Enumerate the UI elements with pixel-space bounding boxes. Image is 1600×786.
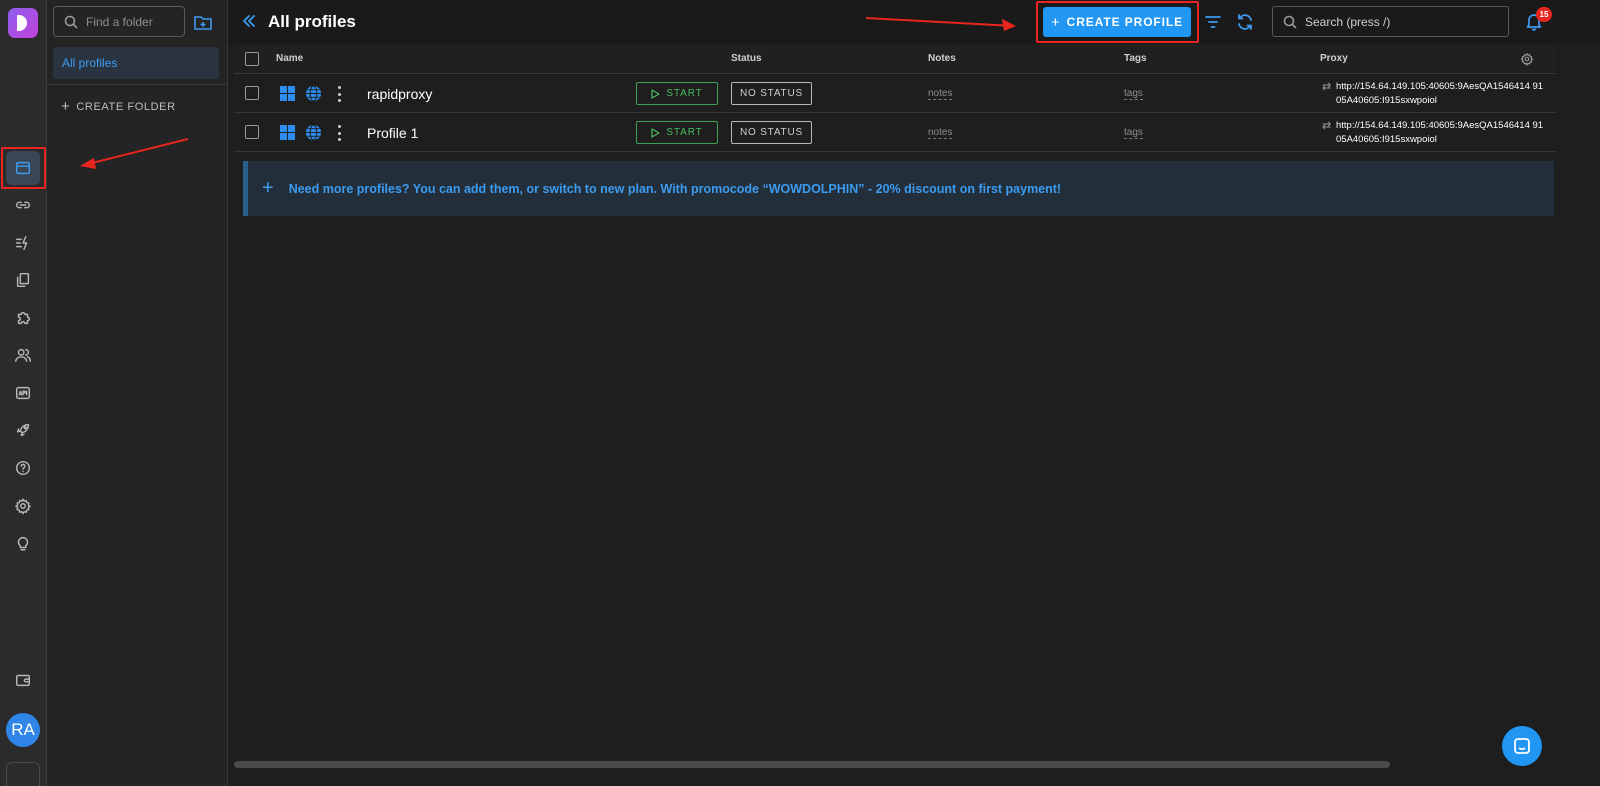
chat-support-button[interactable] xyxy=(1502,726,1542,766)
plus-icon: + xyxy=(262,177,274,199)
link-icon[interactable] xyxy=(6,188,40,222)
create-profile-button[interactable]: + CREATE PROFILE xyxy=(1043,7,1191,37)
select-all-checkbox[interactable] xyxy=(245,52,259,66)
promo-text: Need more profiles? You can add them, or… xyxy=(288,181,1062,196)
proxy-value[interactable]: http://154.64.149.105:40605:9AesQA154641… xyxy=(1336,119,1546,147)
more-options-icon[interactable] xyxy=(336,125,342,141)
gear-icon[interactable] xyxy=(6,489,40,523)
table-row[interactable]: rapidproxy START NO STATUS notes tags ⇄ … xyxy=(234,74,1556,113)
status-button[interactable]: NO STATUS xyxy=(731,121,812,144)
table-row[interactable]: Profile 1 START NO STATUS notes tags ⇄ h… xyxy=(234,113,1556,152)
top-bar: All profiles + CREATE PROFILE 15 xyxy=(228,0,1600,44)
play-icon xyxy=(651,127,660,138)
column-header-status[interactable]: Status xyxy=(731,53,762,64)
help-icon[interactable] xyxy=(6,451,40,485)
profile-name[interactable]: rapidproxy xyxy=(367,86,432,102)
filter-icon[interactable] xyxy=(1203,12,1223,32)
folder-panel: All profiles + CREATE FOLDER xyxy=(47,0,228,786)
refresh-icon[interactable] xyxy=(1235,12,1255,32)
windows-icon xyxy=(280,86,295,101)
column-header-name[interactable]: Name xyxy=(276,53,303,64)
avatar-initials: RA xyxy=(11,720,35,739)
create-folder-label: CREATE FOLDER xyxy=(76,100,176,113)
globe-icon xyxy=(305,124,322,141)
search-icon xyxy=(64,15,78,29)
profile-search xyxy=(1272,6,1509,37)
notification-badge: 15 xyxy=(1536,7,1552,22)
windows-icon xyxy=(280,125,295,140)
rocket-icon[interactable] xyxy=(6,413,40,447)
profiles-table: Name Status Notes Tags Proxy rapidproxy … xyxy=(234,44,1556,152)
start-button[interactable]: START xyxy=(636,82,718,105)
column-header-tags[interactable]: Tags xyxy=(1124,53,1147,64)
tags-field[interactable]: tags xyxy=(1124,127,1143,139)
swap-icon: ⇄ xyxy=(1322,120,1332,132)
play-icon xyxy=(651,88,660,99)
table-header: Name Status Notes Tags Proxy xyxy=(234,44,1556,74)
page-title: All profiles xyxy=(268,12,356,31)
copy-icon[interactable] xyxy=(6,263,40,297)
create-folder-button[interactable]: + CREATE FOLDER xyxy=(61,98,176,115)
notes-field[interactable]: notes xyxy=(928,88,953,100)
more-options-icon[interactable] xyxy=(336,86,342,102)
folder-search xyxy=(53,6,185,37)
folder-divider xyxy=(47,84,228,85)
dolphin-logo[interactable] xyxy=(8,8,38,38)
chat-icon xyxy=(1514,738,1530,754)
tags-field[interactable]: tags xyxy=(1124,88,1143,100)
folder-item-all-profiles[interactable]: All profiles xyxy=(53,47,219,79)
promo-banner[interactable]: + Need more profiles? You can add them, … xyxy=(243,161,1554,216)
users-icon[interactable] xyxy=(6,338,40,372)
lightbulb-icon[interactable] xyxy=(6,526,40,560)
puzzle-icon[interactable] xyxy=(6,301,40,335)
column-header-notes[interactable]: Notes xyxy=(928,53,956,64)
rail-bottom-button[interactable] xyxy=(6,762,40,786)
folder-item-label: All profiles xyxy=(62,56,118,70)
globe-icon xyxy=(305,85,322,102)
profile-name[interactable]: Profile 1 xyxy=(367,125,418,141)
row-checkbox[interactable] xyxy=(245,125,259,139)
start-button[interactable]: START xyxy=(636,121,718,144)
profiles-icon[interactable] xyxy=(6,151,40,185)
column-header-proxy[interactable]: Proxy xyxy=(1320,53,1348,64)
wallet-icon[interactable] xyxy=(6,663,40,697)
add-folder-icon[interactable] xyxy=(193,12,213,32)
folder-search-input[interactable] xyxy=(86,14,176,29)
search-icon xyxy=(1283,15,1297,29)
plus-icon: + xyxy=(61,98,71,115)
profile-search-input[interactable] xyxy=(1305,14,1495,29)
collapse-sidebar-icon[interactable] xyxy=(240,12,258,30)
icon-rail: RA xyxy=(0,0,47,786)
notes-field[interactable]: notes xyxy=(928,127,953,139)
horizontal-scrollbar[interactable] xyxy=(234,761,1390,768)
status-button[interactable]: NO STATUS xyxy=(731,82,812,105)
avatar[interactable]: RA xyxy=(6,713,40,747)
column-settings-icon[interactable] xyxy=(1520,52,1534,66)
api-icon[interactable] xyxy=(6,376,40,410)
swap-icon: ⇄ xyxy=(1322,81,1332,93)
automation-icon[interactable] xyxy=(6,226,40,260)
create-profile-label: CREATE PROFILE xyxy=(1066,15,1184,29)
proxy-value[interactable]: http://154.64.149.105:40605:9AesQA154641… xyxy=(1336,80,1546,108)
plus-icon: + xyxy=(1050,13,1061,31)
row-checkbox[interactable] xyxy=(245,86,259,100)
start-label: START xyxy=(666,88,703,99)
start-label: START xyxy=(666,127,703,138)
